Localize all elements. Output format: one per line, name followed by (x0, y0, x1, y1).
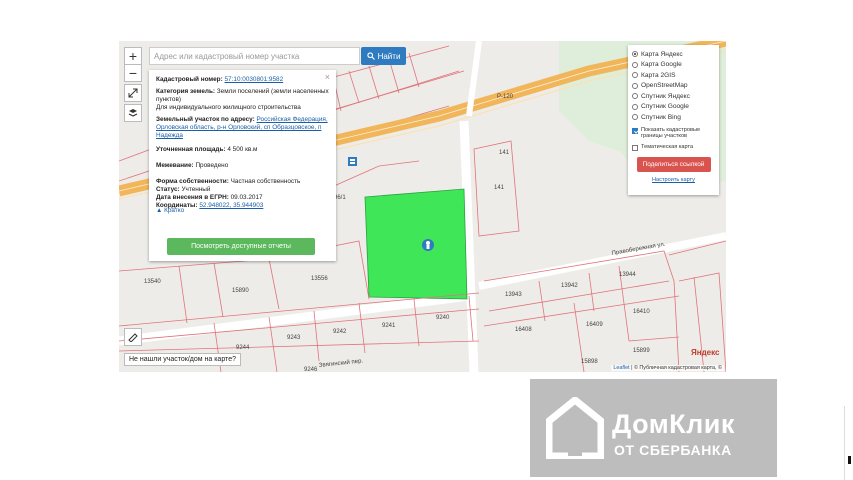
layer-option[interactable]: Карта Google (632, 60, 715, 71)
building-icon (348, 157, 357, 166)
address-row: Земельный участок по адресу: Российская … (156, 116, 328, 139)
layer-radio[interactable] (632, 82, 638, 89)
window-edge (844, 406, 853, 480)
show-boundaries-option[interactable]: Показать кадастровые границы участков (632, 127, 715, 140)
parcel-label: 9244 (236, 345, 250, 351)
layer-radio[interactable] (632, 51, 638, 58)
yandex-logo: Яндекс (691, 348, 720, 357)
area-row: Уточненная площадь: 4 500 кв.м (156, 146, 258, 153)
parcel-label: 13943 (505, 292, 522, 298)
layer-option[interactable]: Спутник Google (632, 102, 715, 113)
not-found-button[interactable]: Не нашли участок/дом на карте? (124, 353, 241, 366)
parcel-marker-icon[interactable] (422, 239, 434, 251)
search-button[interactable]: Найти (361, 47, 406, 65)
parcel-label: 16409 (586, 322, 603, 328)
fullscreen-button[interactable] (124, 84, 142, 102)
search-input[interactable] (149, 47, 360, 65)
layer-option[interactable]: Спутник Bing (632, 112, 715, 123)
thematic-map-option[interactable]: Тематическая карта (632, 144, 715, 151)
search-icon (366, 52, 375, 60)
layer-option[interactable]: Карта 2GIS (632, 70, 715, 81)
parcel-label: 15899 (633, 348, 650, 354)
expand-icon (128, 88, 138, 98)
parcel-label: 9240 (436, 315, 450, 321)
layer-radio[interactable] (632, 114, 638, 121)
parcel-label: 9246 (304, 367, 318, 372)
parcel-label: 13556 (311, 276, 328, 282)
map-attribution: Leaflet | © Публичная кадастровая карта,… (611, 365, 724, 371)
parcel-label: 13942 (561, 283, 578, 289)
street-label: Звягинский пер. (318, 357, 363, 369)
close-icon[interactable]: × (325, 73, 330, 82)
show-boundaries-checkbox[interactable] (632, 127, 638, 134)
parcel-label: 9243 (287, 335, 301, 341)
thematic-map-checkbox[interactable] (632, 144, 638, 151)
land-category-row: Категория земель: Земли поселений (земли… (156, 88, 329, 111)
ruler-icon (128, 333, 138, 342)
survey-row: Межевание: Проведено (156, 162, 229, 169)
parcel-label: 15890 (232, 288, 249, 294)
layer-option[interactable]: OpenStreetMap (632, 81, 715, 92)
parcel-label: 16408 (515, 327, 532, 333)
parcel-info-popup: × Кадастровый номер: 57:10:0030801:9582 … (149, 70, 336, 261)
view-reports-button[interactable]: Посмотреть доступные отчеты (167, 238, 315, 255)
cadastral-map[interactable]: Р-120 141 141 96/1 13556 13540 15890 924… (119, 41, 726, 372)
layer-radio[interactable] (632, 93, 638, 100)
parcel-label: 9242 (333, 329, 347, 335)
layer-option[interactable]: Спутник Яндекс (632, 91, 715, 102)
cadastral-number-link[interactable]: 57:10:0030801:9582 (225, 76, 284, 83)
parcel-label: 13944 (619, 272, 636, 278)
customize-map-link[interactable]: Настроить карту (632, 177, 715, 183)
watermark-brand: ДомКлик (612, 409, 735, 439)
layer-options: Карта Яндекс Карта Google Карта 2GIS OpenSt… (632, 49, 715, 123)
house-logo-icon (546, 397, 604, 459)
stack-icon (128, 109, 138, 117)
cadastral-number-row: Кадастровый номер: 57:10:0030801:9582 (156, 76, 284, 83)
zoom-in-button[interactable]: + (124, 47, 142, 65)
parcel-label: 15898 (581, 359, 598, 365)
selected-parcel[interactable] (364, 188, 468, 300)
layer-radio[interactable] (632, 61, 638, 68)
share-link-button[interactable]: Поделиться ссылкой (636, 156, 711, 172)
parcel-label: 16410 (633, 309, 650, 315)
road-label-r120: Р-120 (497, 94, 514, 100)
parcel-label: 9241 (382, 323, 396, 329)
layers-tool-button[interactable] (124, 104, 142, 122)
parcel-label: 141 (494, 185, 505, 191)
layer-radio[interactable] (632, 103, 638, 110)
ownership-block: Форма собственности: Частная собственнос… (156, 178, 301, 209)
map-layers-panel: Карта Яндекс Карта Google Карта 2GIS OpenSt… (628, 45, 719, 195)
caret-up-icon: ▲ (156, 207, 163, 214)
ruler-button[interactable] (124, 328, 142, 346)
parcel-label: 13540 (144, 279, 161, 285)
layer-option[interactable]: Карта Яндекс (632, 49, 715, 60)
parcel-label: 141 (499, 150, 510, 156)
domclick-watermark: ДомКлик ОТ СБЕРБАНКА (530, 379, 777, 477)
watermark-subtitle: ОТ СБЕРБАНКА (614, 442, 732, 458)
coordinates-link[interactable]: 52.948022, 35.944903 (199, 202, 263, 209)
layer-radio[interactable] (632, 72, 638, 79)
leaflet-link[interactable]: Leaflet (613, 365, 629, 371)
zoom-out-button[interactable]: − (124, 64, 142, 82)
